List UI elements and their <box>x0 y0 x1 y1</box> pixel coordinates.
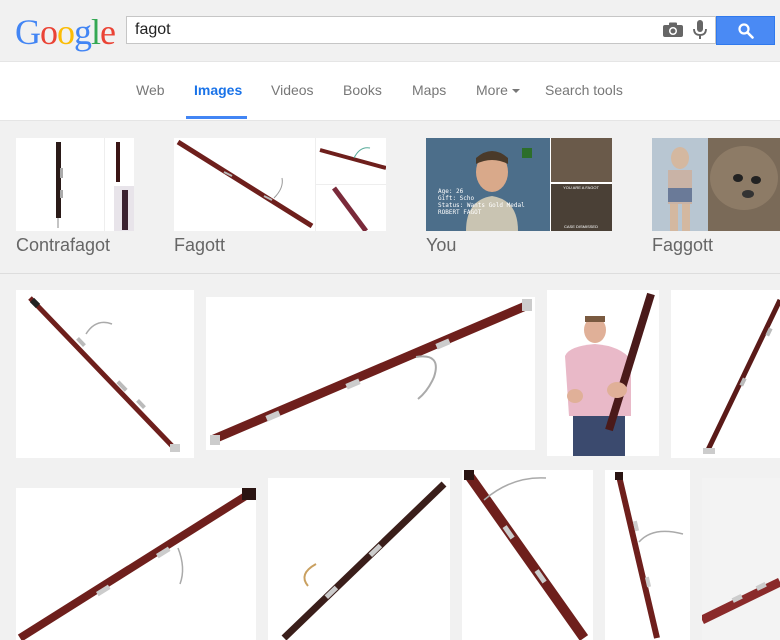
related-item-label[interactable]: Contrafagot <box>16 235 110 256</box>
image-result[interactable] <box>547 290 659 456</box>
caption-line: Age: 26 <box>438 188 464 195</box>
logo-letter: G <box>15 12 41 52</box>
tab-books[interactable]: Books <box>343 82 382 98</box>
search-nav: Web Images Videos Books Maps More Search… <box>0 62 780 121</box>
search-icon <box>738 23 754 39</box>
logo-letter: o <box>40 12 58 52</box>
meme-bottom-text: CASE DISMISSED <box>564 224 598 229</box>
image-result[interactable] <box>206 297 535 450</box>
related-item-label[interactable]: Faggott <box>652 235 713 256</box>
caption-line: Gift: Scho <box>438 195 475 202</box>
tab-more-label: More <box>476 82 508 98</box>
chevron-down-icon <box>511 89 520 94</box>
image-result[interactable] <box>268 478 450 640</box>
related-item-contrafagot-thumbnail[interactable] <box>16 138 134 231</box>
photo-collage-image <box>652 138 780 231</box>
microphone-icon[interactable] <box>693 20 707 40</box>
logo-letter: o <box>57 12 75 52</box>
camera-icon[interactable] <box>662 22 684 38</box>
caption-line: ROBERT FAGOT <box>438 209 482 216</box>
image-result[interactable] <box>16 488 256 640</box>
active-tab-indicator <box>186 116 247 119</box>
bassoon-image <box>615 472 684 639</box>
bassoon-image <box>210 299 532 445</box>
bassoon-image <box>28 296 180 452</box>
related-item-faggott-thumbnail[interactable] <box>652 138 780 231</box>
related-item-you-thumbnail[interactable]: YOU ARE A FAGOT CASE DISMISSED Age: 26 G… <box>426 138 612 231</box>
tab-videos[interactable]: Videos <box>271 82 314 98</box>
tab-more[interactable]: More <box>476 82 520 98</box>
bassoon-image <box>702 478 780 640</box>
search-button[interactable] <box>716 16 775 45</box>
related-item-label[interactable]: You <box>426 235 456 256</box>
bassoon-image <box>17 488 256 640</box>
logo-letter: g <box>74 12 92 52</box>
image-result[interactable] <box>671 290 780 458</box>
logo-letter: e <box>100 12 116 52</box>
bassoon-image <box>463 470 589 640</box>
search-input[interactable] <box>135 20 655 40</box>
bassoon-image <box>174 138 386 231</box>
tab-maps[interactable]: Maps <box>412 82 446 98</box>
tab-images[interactable]: Images <box>194 82 242 98</box>
logo-letter: l <box>91 12 101 52</box>
man-playing-bassoon-image <box>547 290 659 456</box>
bassoon-image <box>703 298 780 454</box>
related-item-fagott-thumbnail[interactable] <box>174 138 386 231</box>
search-box <box>126 16 716 44</box>
caption-line: Status: Wants Gold Medal <box>438 202 525 209</box>
related-item-label[interactable]: Fagott <box>174 235 225 256</box>
image-result[interactable] <box>462 470 593 640</box>
google-logo[interactable]: Google <box>15 12 116 52</box>
bassoon-image <box>281 481 447 640</box>
related-searches: Contrafagot Fagott YOU ARE A FAGOT CASE … <box>0 121 780 274</box>
meme-collage-image: YOU ARE A FAGOT CASE DISMISSED Age: 26 G… <box>426 138 612 231</box>
meme-top-text: YOU ARE A FAGOT <box>563 185 599 190</box>
tab-web[interactable]: Web <box>136 82 165 98</box>
image-result[interactable] <box>16 290 194 458</box>
search-tools-button[interactable]: Search tools <box>545 82 623 98</box>
contrabassoon-image <box>16 138 134 231</box>
header: Google <box>0 0 780 62</box>
image-result[interactable] <box>702 478 780 640</box>
image-result[interactable] <box>605 470 690 640</box>
